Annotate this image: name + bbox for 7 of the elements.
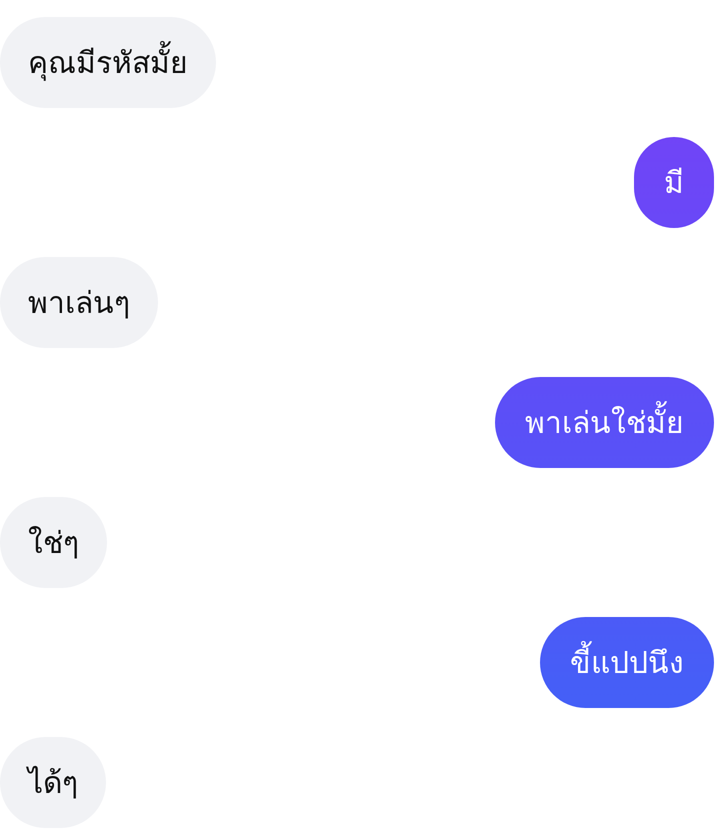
sent-message: ขี้แปปนึง (540, 617, 714, 708)
received-message: ใช่ๆ (0, 497, 107, 588)
sent-message: มี (634, 137, 714, 228)
received-message: พาเล่นๆ (0, 257, 158, 348)
received-message: คุณมีรหัสมั้ย (0, 17, 216, 108)
sent-message: พาเล่นใช่มั้ย (495, 377, 714, 468)
received-message: ได้ๆ (0, 737, 106, 828)
